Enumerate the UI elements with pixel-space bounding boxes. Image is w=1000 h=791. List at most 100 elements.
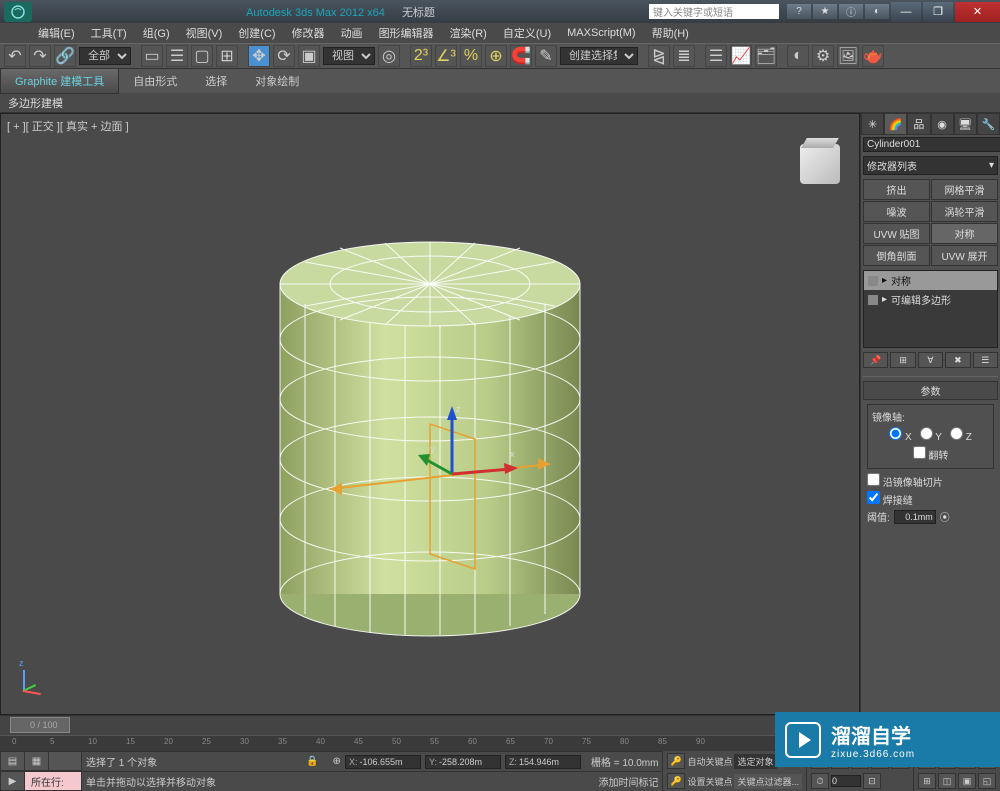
auto-key-button[interactable]: 自动关键点 [687,755,732,768]
axis-x-radio[interactable]: X [889,427,911,443]
render-frame-button[interactable]: 🖼 [837,45,859,67]
listener-button[interactable]: ▦ [25,752,49,770]
menu-tools[interactable]: 工具(T) [83,25,135,41]
weld-checkbox[interactable]: 焊接缝 [867,491,913,507]
time-config-button[interactable]: ⏱ [811,773,829,789]
menu-maxscript[interactable]: MAXScript(M) [559,27,643,39]
magnet-button[interactable]: 🧲 [510,45,532,67]
key-filter-button[interactable]: 关键点过滤器... [734,774,802,789]
create-tab-icon[interactable]: ✳ [861,113,884,135]
tab-select[interactable]: 选择 [191,69,241,93]
minimize-button[interactable]: — [891,2,921,22]
script-mini-button[interactable]: ▤ [1,752,25,770]
stack-item-symmetry[interactable]: ▸对称 [864,271,997,290]
search-input[interactable]: 键入关键字或短语 [649,4,779,19]
selset-label[interactable]: 选定对象 [734,754,776,769]
modifier-list-dropdown[interactable]: 修改器列表▾ [863,156,998,175]
render-setup-button[interactable]: ⚙ [812,45,834,67]
layer-button[interactable]: ☰ [705,45,727,67]
slice-checkbox[interactable]: 沿镜像轴切片 [867,473,943,489]
configure-sets-button[interactable]: ☰ [973,352,998,368]
menu-graph[interactable]: 图形编辑器 [371,25,442,41]
utilities-tab-icon[interactable]: 🔧 [977,113,1000,135]
btn-extrude[interactable]: 挤出 [863,179,930,200]
ribbon-panel-label[interactable]: 多边形建模 [0,93,1000,113]
viewcube[interactable] [795,144,845,194]
coord-y[interactable]: Y:-258.208m [425,755,501,769]
coord-z[interactable]: Z:154.946m [505,755,581,769]
visibility-icon[interactable] [868,276,878,286]
tab-graphite[interactable]: Graphite 建模工具 [0,68,119,94]
align-button[interactable]: ≣ [673,45,695,67]
current-frame-input[interactable] [831,775,861,787]
tab-freeform[interactable]: 自由形式 [119,69,191,93]
schematic-button[interactable]: 🗂 [755,45,777,67]
lock-icon[interactable]: 🔒 [306,756,318,767]
menu-view[interactable]: 视图(V) [178,25,231,41]
viewport[interactable]: [ + ][ 正交 ][ 真实 + 边面 ] [0,113,860,715]
btn-uvwmap[interactable]: UVW 贴图 [863,223,930,244]
curve-editor-button[interactable]: 📈 [730,45,752,67]
fov-button[interactable]: ◫ [938,773,956,789]
btn-noise[interactable]: 噪波 [863,201,930,222]
window-cross-button[interactable]: ⊞ [216,45,238,67]
menu-create[interactable]: 创建(C) [230,25,283,41]
menu-customize[interactable]: 自定义(U) [495,25,559,41]
rect-select-button[interactable]: ▢ [191,45,213,67]
stack-item-editpoly[interactable]: ▸可编辑多边形 [864,290,997,309]
help-icon[interactable]: ? [787,4,811,19]
remove-modifier-button[interactable]: ✖ [945,352,970,368]
visibility-icon[interactable] [868,295,878,305]
select-button[interactable]: ▭ [141,45,163,67]
bullet-icon[interactable]: ◐ [865,4,889,19]
spinner-snap-toggle[interactable]: ⊕ [485,45,507,67]
key-mode-button[interactable]: ⊡ [863,773,881,789]
snap-toggle[interactable]: 2³ [410,45,432,67]
btn-symmetry[interactable]: 对称 [931,223,998,244]
scope-select[interactable]: 全部 [79,47,131,65]
zoom-ext-button[interactable]: ▣ [958,773,976,789]
view-select[interactable]: 视图 [323,47,375,65]
menu-help[interactable]: 帮助(H) [644,25,697,41]
maximize-button[interactable]: ❐ [923,2,953,22]
spinner-icon[interactable]: ⦿ [940,509,950,524]
menu-group[interactable]: 组(G) [135,25,178,41]
min-max-button[interactable]: ◱ [978,773,996,789]
info-icon[interactable]: ⓘ [839,4,863,19]
edit-named-sel[interactable]: ✎ [535,45,557,67]
menu-edit[interactable]: 编辑(E) [30,25,83,41]
favorite-icon[interactable]: ★ [813,4,837,19]
tab-paint[interactable]: 对象绘制 [241,69,313,93]
rollup-params-title[interactable]: 参数 [863,381,998,400]
axis-z-radio[interactable]: Z [950,427,972,443]
macro-rec-button[interactable]: ▶ [1,772,25,790]
set-key-icon[interactable]: 🔑 [667,773,685,789]
menu-render[interactable]: 渲染(R) [442,25,495,41]
add-time-tag[interactable]: 添加时间标记 [598,774,658,789]
mirror-button[interactable]: ⧎ [648,45,670,67]
btn-meshsmooth[interactable]: 网格平滑 [931,179,998,200]
undo-button[interactable]: ↶ [4,45,26,67]
hierarchy-tab-icon[interactable]: 品 [907,113,930,135]
pin-stack-button[interactable]: 📌 [863,352,888,368]
redo-button[interactable]: ↷ [29,45,51,67]
make-unique-button[interactable]: ∀ [918,352,943,368]
material-editor-button[interactable]: ◐ [787,45,809,67]
zoom-all-button[interactable]: ⊞ [918,773,936,789]
threshold-input[interactable] [894,510,936,524]
select-name-button[interactable]: ☰ [166,45,188,67]
set-key-button[interactable]: 设置关键点 [687,775,732,788]
viewport-geometry[interactable]: z y x [230,174,630,654]
motion-tab-icon[interactable]: ◉ [931,113,954,135]
key-button[interactable]: 🔑 [667,753,685,769]
flip-checkbox[interactable]: 翻转 [913,446,949,462]
btn-turbosmooth[interactable]: 涡轮平滑 [931,201,998,222]
move-button[interactable]: ✥ [248,45,270,67]
menu-modifiers[interactable]: 修改器 [284,25,333,41]
modifier-stack[interactable]: ▸对称 ▸可编辑多边形 [863,270,998,348]
center-pivot-button[interactable]: ◎ [378,45,400,67]
percent-snap-toggle[interactable]: % [460,45,482,67]
viewport-label[interactable]: [ + ][ 正交 ][ 真实 + 边面 ] [7,118,129,134]
display-tab-icon[interactable]: 🖥 [954,113,977,135]
show-end-result-button[interactable]: ⊞ [890,352,915,368]
